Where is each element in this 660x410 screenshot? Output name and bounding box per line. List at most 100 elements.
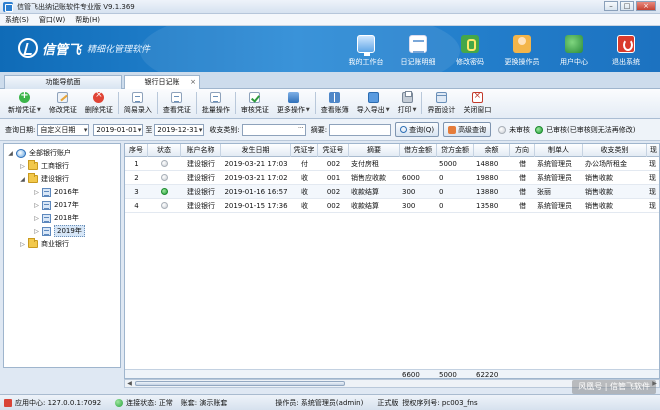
status-account-set: 账套: 演示账套	[180, 398, 228, 407]
col-header-date[interactable]: 发生日期	[221, 144, 291, 157]
chevron-down-icon: ▼	[37, 107, 41, 113]
col-header-no[interactable]: 序号	[125, 144, 148, 157]
col-header-voucher-no[interactable]: 凭证号	[318, 144, 349, 157]
cell-no: 2	[134, 174, 139, 182]
tree-item-2019[interactable]: ▷ 2019年	[33, 225, 85, 237]
cell-balance: 14880	[476, 160, 499, 168]
minimize-button[interactable]: –	[604, 1, 618, 11]
scrollbar-thumb[interactable]	[135, 381, 345, 386]
cell-direction: 借	[519, 174, 526, 182]
tree-root[interactable]: ◢ 全部银行账户	[7, 147, 71, 159]
expand-icon[interactable]: ▷	[19, 163, 26, 170]
col-header-balance[interactable]: 余额	[474, 144, 510, 157]
table-row[interactable]: 4 建设银行 2019-01-15 17:36 收 002 收款结算 300 0…	[125, 199, 659, 213]
col-header-voucher-word[interactable]: 凭证字	[291, 144, 318, 157]
layout-design-button[interactable]: 界面设计	[423, 89, 459, 117]
add-icon	[18, 90, 30, 103]
cell-no: 1	[134, 160, 139, 168]
col-header-maker[interactable]: 制单人	[535, 144, 583, 157]
query-button-label: 查询(Q)	[409, 125, 435, 134]
tree-item-label: 商业银行	[41, 240, 69, 248]
expand-icon[interactable]: ▷	[19, 241, 26, 248]
cell-voucher-word: 收	[301, 174, 308, 182]
date-from-field[interactable]: 2019-01-01	[93, 123, 144, 136]
tree-item-ccb[interactable]: ◢ 建设银行	[19, 173, 69, 185]
query-button[interactable]: 查询(Q)	[395, 122, 440, 137]
tree-item-icbc[interactable]: ▷ 工商银行	[19, 160, 69, 172]
close-window-label: 关闭窗口	[463, 106, 492, 114]
journal-grid: 序号 状态 账户名称 发生日期 凭证字 凭证号 摘要 借方金额 贷方金额 余额 …	[124, 143, 660, 379]
tab-bank-journal[interactable]: 银行日记账 ×	[124, 75, 200, 90]
ledger-detail-button[interactable]: 日记账明细	[392, 28, 444, 70]
tree-item-2017[interactable]: ▷ 2017年	[33, 199, 79, 211]
more-operations-button[interactable]: 更多操作 ▼	[273, 89, 314, 117]
col-header-account[interactable]: 账户名称	[181, 144, 221, 157]
switch-operator-label: 更换操作员	[504, 58, 540, 66]
cell-debit: 300	[402, 202, 416, 210]
col-header-credit[interactable]: 贷方金额	[437, 144, 474, 157]
maximize-button[interactable]: □	[620, 1, 634, 11]
menu-system[interactable]: 系统(S)	[0, 15, 34, 25]
tree-item-2018[interactable]: ▷ 2018年	[33, 212, 79, 224]
quick-entry-label: 简易录入	[123, 106, 152, 114]
exit-system-button[interactable]: 退出系统	[600, 28, 652, 70]
view-voucher-button[interactable]: 查看凭证	[159, 89, 195, 117]
expand-icon[interactable]: ▷	[33, 228, 40, 235]
close-window-button[interactable]: 关闭窗口	[459, 89, 495, 117]
view-books-button[interactable]: 查看账簿	[317, 89, 353, 117]
password-icon	[461, 35, 479, 53]
expand-icon[interactable]: ▷	[33, 189, 40, 196]
scroll-left-icon[interactable]: ◀	[125, 380, 134, 387]
cell-account: 建设银行	[187, 202, 215, 210]
edit-voucher-button[interactable]: 修改凭证	[45, 89, 81, 117]
tree-root-label: 全部银行账户	[29, 149, 71, 157]
col-header-summary[interactable]: 摘要	[349, 144, 400, 157]
close-button[interactable]: ×	[636, 1, 656, 11]
quick-entry-button[interactable]: 简易录入	[120, 89, 156, 117]
folder-icon	[28, 173, 38, 183]
category-input[interactable]	[241, 123, 306, 136]
expand-icon[interactable]: ▷	[33, 215, 40, 222]
brand-logo: 信管飞 精细化管理软件	[18, 38, 150, 58]
user-center-button[interactable]: 用户中心	[548, 28, 600, 70]
logo-name: 信管飞	[42, 42, 82, 58]
col-header-debit[interactable]: 借方金额	[400, 144, 437, 157]
col-header-extra[interactable]: 现	[647, 144, 659, 157]
my-desk-label: 我的工作台	[348, 58, 384, 66]
tree-item-commercial[interactable]: ▷ 商业银行	[19, 238, 69, 250]
table-row[interactable]: 3 建设银行 2019-01-16 16:57 收 002 收款结算 300 0…	[125, 185, 659, 199]
switch-operator-button[interactable]: 更换操作员	[496, 28, 548, 70]
collapse-icon[interactable]: ◢	[19, 176, 26, 183]
delete-voucher-button[interactable]: 删除凭证	[81, 89, 117, 117]
unaudited-status-icon	[161, 202, 168, 209]
date-to-field[interactable]: 2019-12-31	[154, 123, 205, 136]
exit-system-label: 退出系统	[612, 58, 640, 66]
add-voucher-button[interactable]: 新增凭证▼	[4, 89, 45, 117]
cell-date: 2019-01-16 16:57	[224, 188, 288, 196]
import-export-button[interactable]: 导入导出 ▼	[353, 89, 394, 117]
date-mode-select[interactable]: 自定义日期	[37, 123, 90, 136]
menu-help[interactable]: 帮助(H)	[70, 15, 105, 25]
batch-operation-button[interactable]: 批量操作	[198, 89, 234, 117]
table-row[interactable]: 2 建设银行 2019-03-21 17:02 收 001 销售应收款 6000…	[125, 171, 659, 185]
audit-voucher-button[interactable]: 审核凭证	[237, 89, 273, 117]
my-desk-button[interactable]: 我的工作台	[340, 28, 392, 70]
collapse-icon[interactable]: ◢	[7, 150, 14, 157]
summary-input[interactable]	[329, 123, 392, 136]
menu-window[interactable]: 窗口(W)	[34, 15, 70, 25]
menu-bar: 系统(S) 窗口(W) 帮助(H)	[0, 14, 660, 26]
col-header-status[interactable]: 状态	[148, 144, 181, 157]
expand-icon[interactable]: ▷	[33, 202, 40, 209]
legend-audited: 已审核(已审核则无法再修改)	[546, 125, 636, 134]
table-row[interactable]: 1 建设银行 2019-03-21 17:03 付 002 支付房租 5000 …	[125, 157, 659, 171]
advanced-query-button[interactable]: 高级查询	[443, 122, 492, 137]
print-button[interactable]: 打印 ▼	[394, 89, 421, 117]
col-header-category[interactable]: 收支类别	[583, 144, 647, 157]
col-header-direction[interactable]: 方向	[510, 144, 535, 157]
change-password-button[interactable]: 修改密码	[444, 28, 496, 70]
chevron-down-icon: ▼	[305, 107, 310, 113]
tab-navigation[interactable]: 功能导航面	[4, 75, 122, 89]
tree-item-2016[interactable]: ▷ 2016年	[33, 186, 79, 198]
tab-close-icon[interactable]: ×	[190, 76, 196, 88]
folder-icon	[28, 238, 38, 248]
